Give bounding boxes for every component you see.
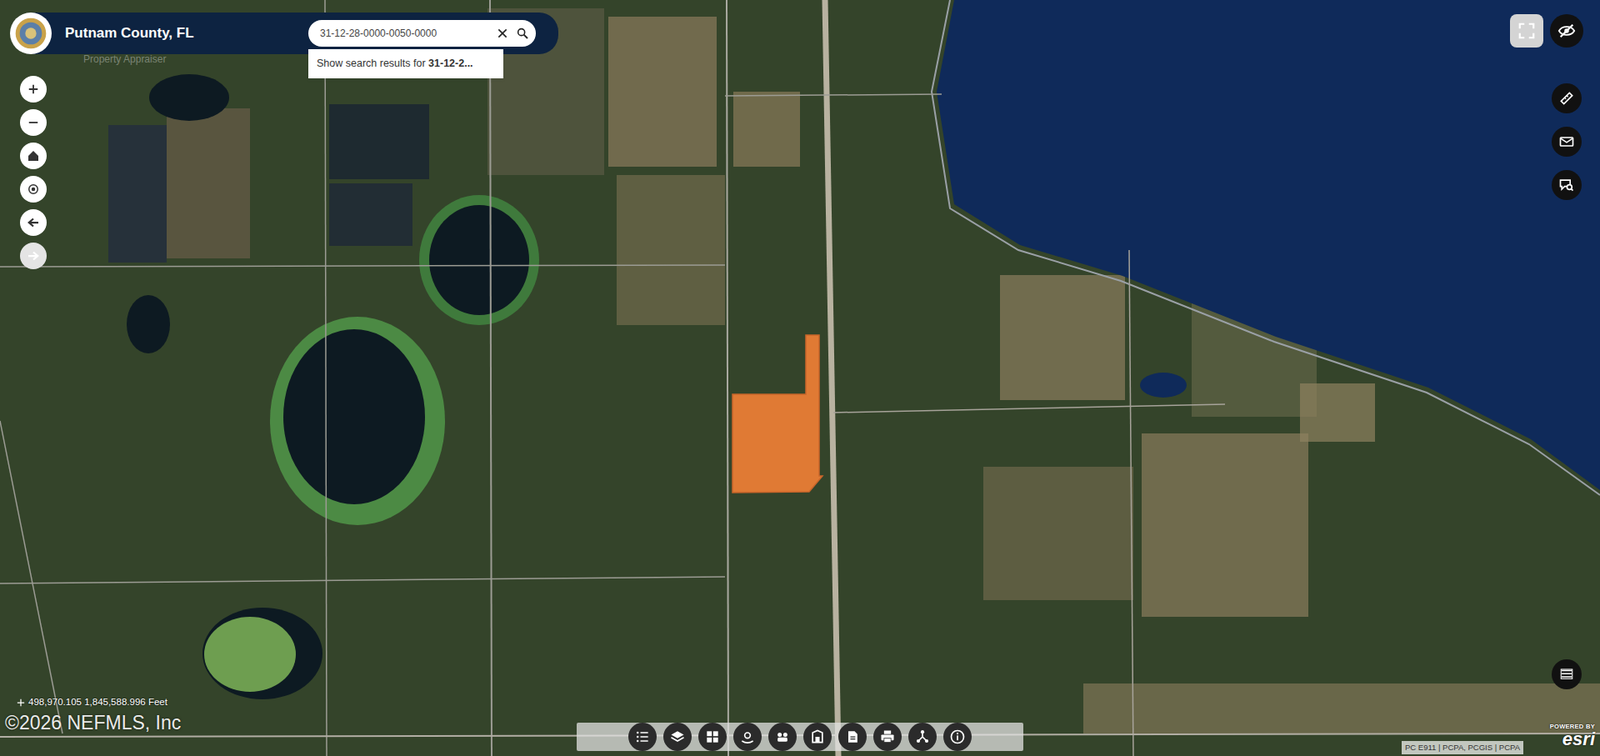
- search-button[interactable]: [515, 26, 530, 40]
- parcel-tool-button[interactable]: [803, 722, 832, 751]
- back-arrow-icon: [25, 215, 41, 230]
- zoom-in-button[interactable]: [20, 75, 47, 103]
- suggestion-query: 31-12-2...: [428, 57, 474, 70]
- pin-icon: [739, 728, 756, 745]
- grid-icon: [704, 728, 721, 745]
- layers-icon: [669, 728, 686, 745]
- plus-icon: [25, 81, 41, 97]
- hide-ui-button[interactable]: [1550, 14, 1584, 48]
- map-query-button[interactable]: [733, 722, 762, 751]
- fullscreen-icon: [1517, 21, 1536, 40]
- app-header: Putnam County, FL: [12, 12, 559, 55]
- document-icon: [844, 728, 861, 745]
- locate-button[interactable]: [20, 175, 47, 203]
- zoom-out-button[interactable]: [20, 109, 47, 136]
- about-button[interactable]: [943, 722, 972, 751]
- documents-button[interactable]: [838, 722, 867, 751]
- clear-button[interactable]: [495, 26, 510, 40]
- ruler-icon: [1558, 90, 1575, 107]
- magnifier-icon: [515, 26, 530, 40]
- back-button[interactable]: [20, 209, 47, 236]
- binoculars-icon: [774, 728, 791, 745]
- suggestion-prefix: Show search results for: [316, 57, 426, 70]
- seal-icon: [14, 16, 48, 50]
- county-seal-icon: [10, 12, 52, 55]
- sales-search-button[interactable]: [768, 722, 797, 751]
- esri-brand: esri: [1550, 730, 1595, 749]
- minus-icon: [25, 115, 41, 130]
- watermark: ©2026 NEFMLS, Inc: [5, 708, 181, 738]
- powered-by: POWERED BY: [1550, 723, 1595, 730]
- printer-icon: [879, 728, 896, 745]
- satellite-map[interactable]: [0, 0, 1600, 756]
- building-icon: [809, 728, 826, 745]
- crosshair-icon: [16, 698, 25, 707]
- forward-arrow-icon: [25, 248, 41, 264]
- envelope-icon: [1558, 133, 1575, 150]
- app-subtitle: Property Appraiser: [83, 51, 166, 67]
- close-icon: [495, 26, 510, 40]
- view-buttons: [1510, 14, 1584, 48]
- side-tools: [1551, 83, 1582, 200]
- list-icon: [1559, 666, 1575, 682]
- measure-button[interactable]: [1551, 83, 1582, 114]
- search-input[interactable]: [320, 25, 490, 41]
- esri-logo: POWERED BYesri: [1550, 723, 1595, 749]
- coordinate-readout: 498,970.105 1,845,588.996 Feet: [16, 695, 168, 710]
- locate-icon: [25, 181, 41, 197]
- print-button[interactable]: [873, 722, 902, 751]
- map-view[interactable]: Putnam County, FL Property Appraiser Show …: [0, 0, 1600, 756]
- search-suggestion[interactable]: Show search results for 31-12-2...: [308, 49, 504, 79]
- layers-button[interactable]: [663, 722, 692, 751]
- identify-button[interactable]: [1551, 170, 1582, 200]
- app-title: Putnam County, FL: [65, 22, 195, 45]
- layer-list-button[interactable]: [628, 722, 657, 751]
- list-icon: [634, 728, 651, 745]
- legend-toggle: [1551, 659, 1582, 690]
- eye-slash-icon: [1557, 21, 1576, 40]
- home-button[interactable]: [20, 142, 47, 170]
- attribution: PC E911 | PCPA, PCGIS | PCPA: [1401, 740, 1524, 755]
- search-box[interactable]: [308, 20, 536, 47]
- parcel[interactable]: [732, 335, 823, 493]
- basemap-button[interactable]: [698, 722, 727, 751]
- share-button[interactable]: [908, 722, 937, 751]
- share-button[interactable]: [1551, 126, 1582, 157]
- bottom-toolbar: [576, 722, 1024, 751]
- map-controls: [20, 75, 47, 270]
- home-icon: [25, 148, 41, 164]
- fullscreen-button[interactable]: [1510, 14, 1544, 48]
- forward-button: [20, 242, 47, 270]
- legend-button[interactable]: [1551, 659, 1582, 690]
- chat-search-icon: [1558, 176, 1575, 194]
- info-icon: [949, 728, 966, 745]
- coordinates: 498,970.105 1,845,588.996 Feet: [28, 695, 168, 710]
- network-icon: [914, 728, 931, 745]
